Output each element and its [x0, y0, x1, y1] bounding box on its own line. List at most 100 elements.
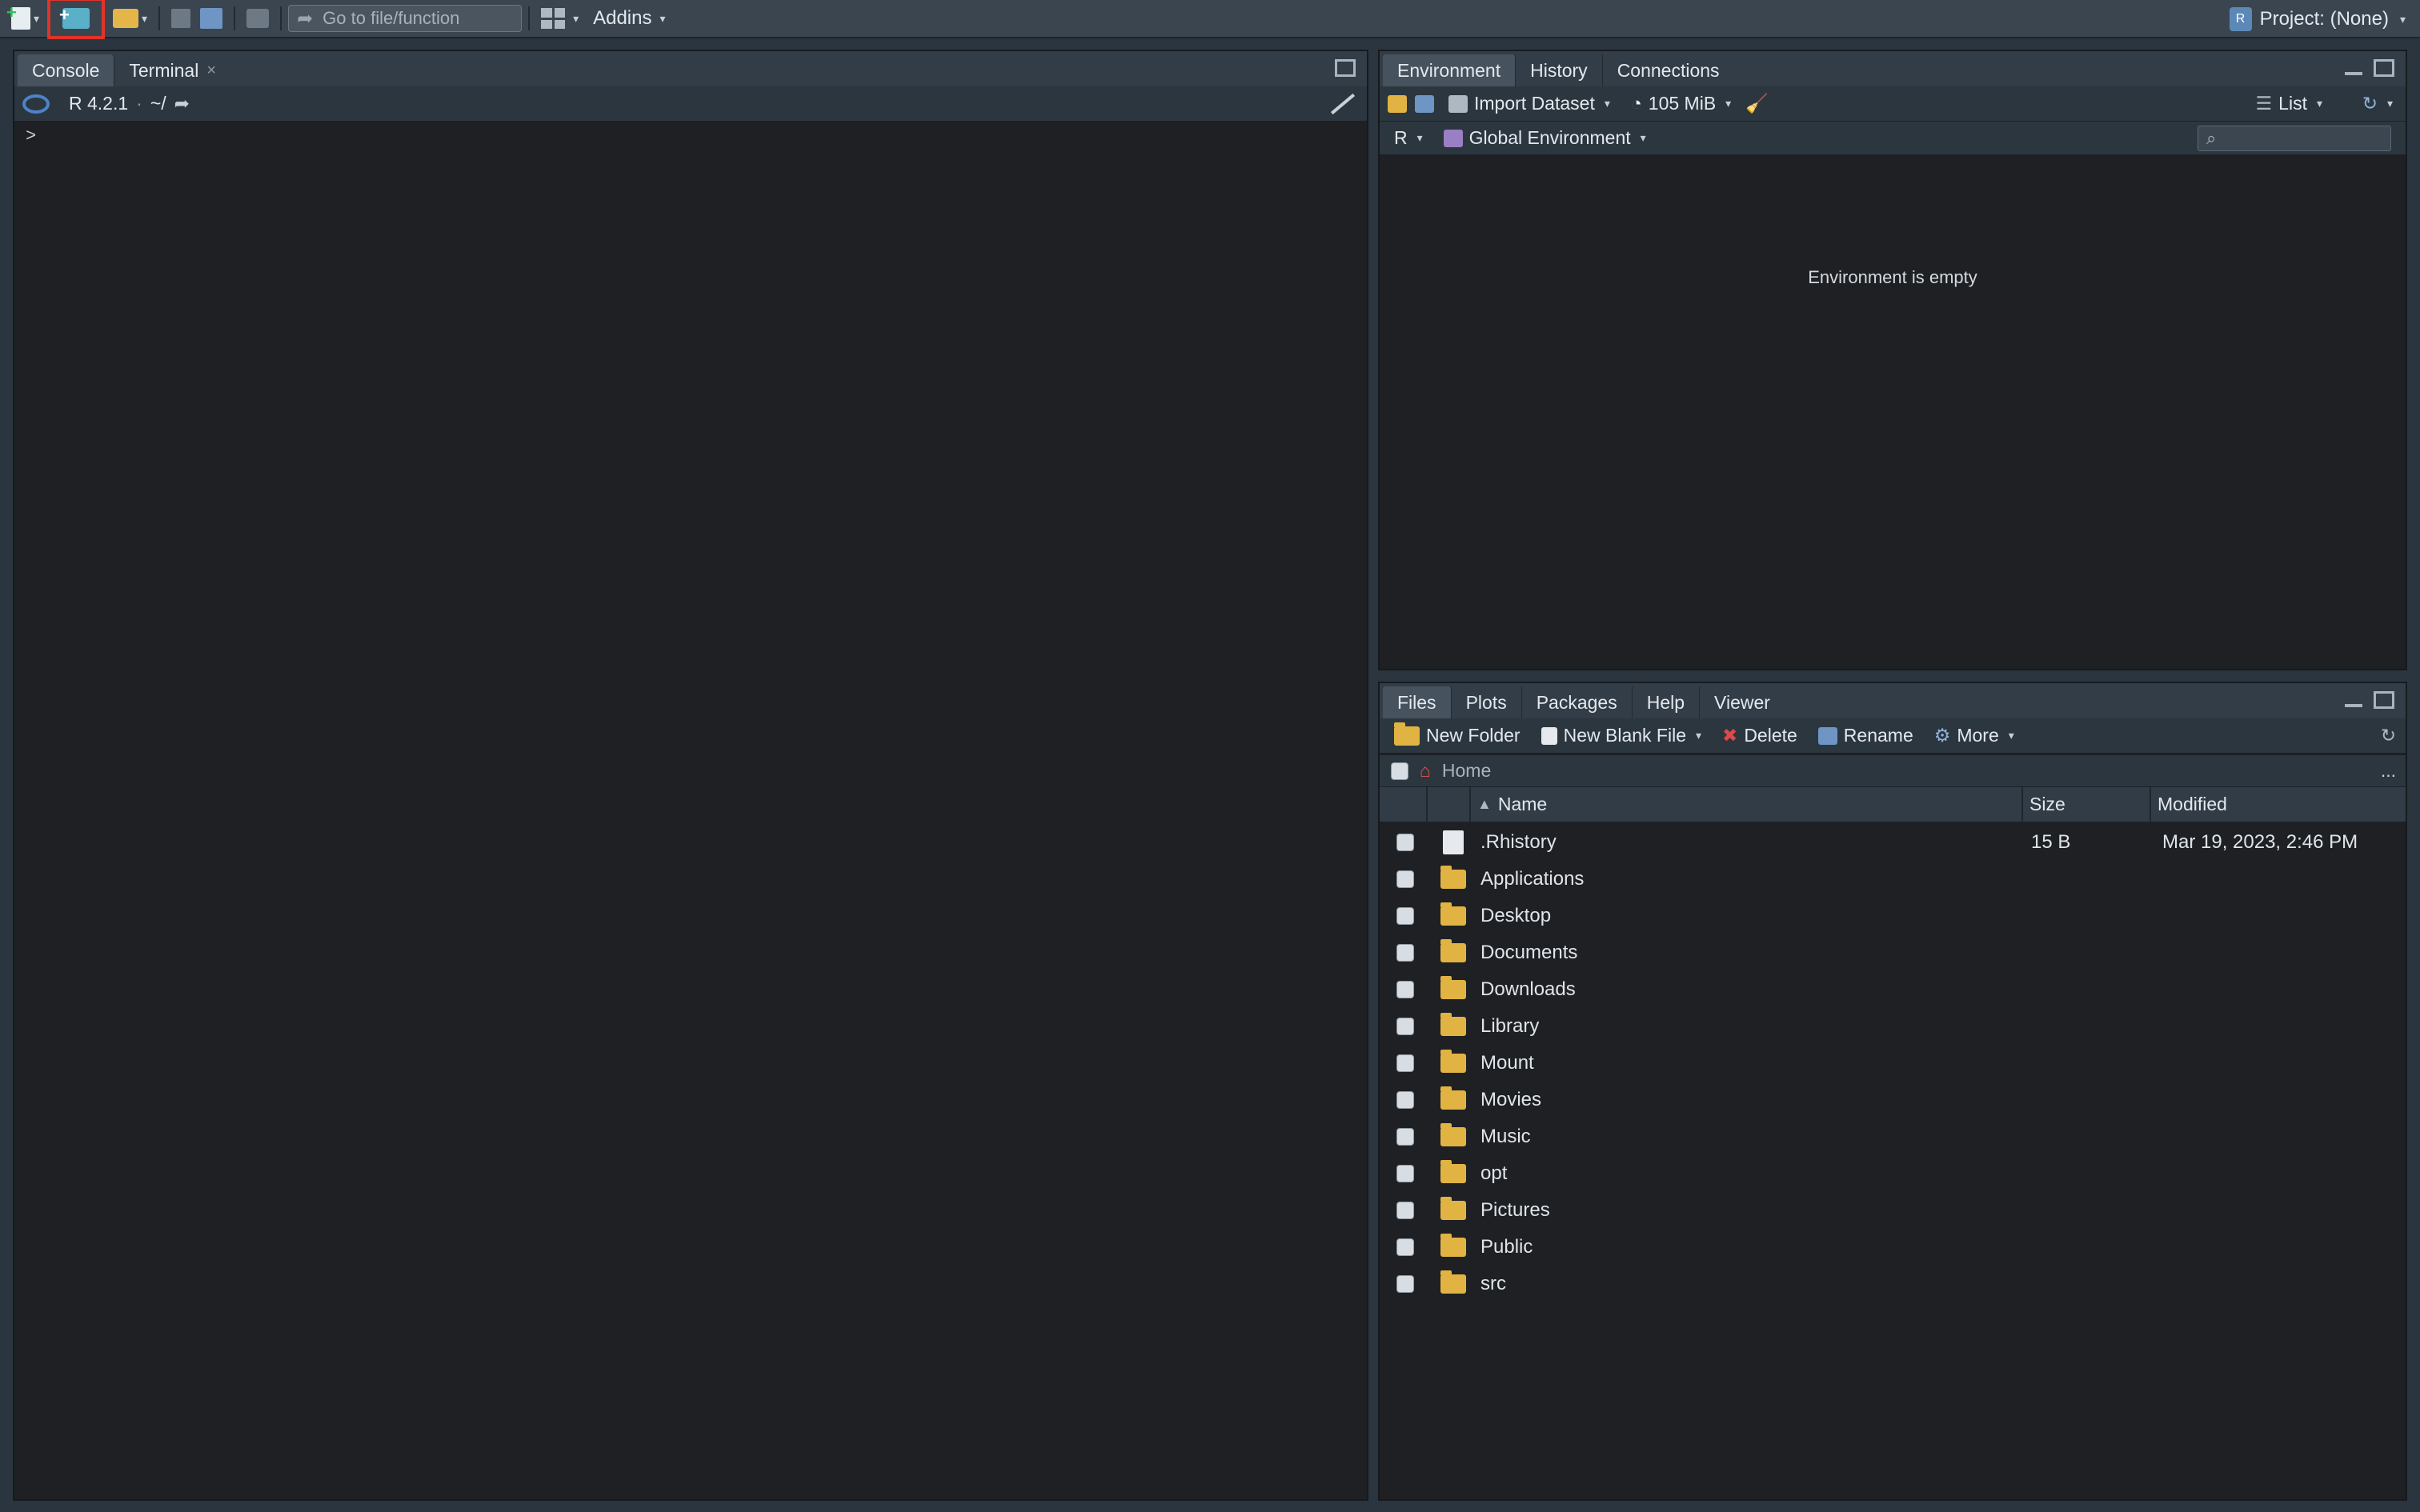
table-row[interactable]: Music: [1380, 1118, 2406, 1155]
chevron-down-icon: ▾: [1696, 729, 1702, 742]
view-mode-dropdown[interactable]: ☰ List ▾: [2250, 93, 2329, 114]
home-icon[interactable]: ⌂: [1420, 760, 1431, 782]
row-checkbox[interactable]: [1396, 907, 1414, 925]
tab-files[interactable]: Files: [1383, 686, 1452, 718]
tab-label: Connections: [1617, 59, 1720, 81]
row-checkbox[interactable]: [1396, 1054, 1414, 1072]
new-folder-button[interactable]: New Folder: [1388, 722, 1527, 746]
tab-connections[interactable]: Connections: [1603, 54, 1734, 86]
table-row[interactable]: .Rhistory 15 B Mar 19, 2023, 2:46 PM: [1380, 824, 2406, 861]
refresh-icon[interactable]: ↻: [2381, 725, 2396, 746]
tab-packages[interactable]: Packages: [1522, 686, 1633, 718]
select-all-checkbox[interactable]: [1391, 762, 1408, 780]
row-checkbox[interactable]: [1396, 1238, 1414, 1256]
file-name[interactable]: Music: [1476, 1126, 2025, 1148]
table-row[interactable]: opt: [1380, 1155, 2406, 1192]
maximize-pane-icon[interactable]: [2374, 59, 2394, 77]
tab-plots[interactable]: Plots: [1452, 686, 1522, 718]
new-file-button[interactable]: + ▾: [6, 2, 44, 34]
file-name[interactable]: src: [1476, 1273, 2025, 1295]
table-row[interactable]: Applications: [1380, 861, 2406, 898]
row-checkbox[interactable]: [1396, 1091, 1414, 1109]
language-dropdown[interactable]: R ▾: [1388, 127, 1429, 149]
save-workspace-icon[interactable]: [1415, 94, 1434, 113]
table-row[interactable]: Mount: [1380, 1045, 2406, 1082]
clear-console-icon[interactable]: [1330, 93, 1357, 115]
row-checkbox[interactable]: [1396, 1165, 1414, 1182]
file-name[interactable]: Desktop: [1476, 905, 2025, 927]
column-header-modified[interactable]: Modified: [2151, 787, 2227, 822]
minimize-pane-icon[interactable]: [2345, 704, 2362, 707]
clear-workspace-brush-icon[interactable]: 🧹: [1745, 93, 1769, 114]
file-name[interactable]: .Rhistory: [1476, 831, 2025, 854]
tab-viewer[interactable]: Viewer: [1700, 686, 1785, 718]
rename-button[interactable]: Rename: [1812, 725, 1920, 746]
save-all-button[interactable]: [195, 2, 227, 34]
breadcrumb-home[interactable]: Home: [1442, 760, 1491, 782]
open-file-button[interactable]: ▾: [108, 2, 152, 34]
close-icon[interactable]: ×: [206, 62, 216, 80]
addins-menu[interactable]: Addins ▾: [588, 2, 670, 34]
file-name[interactable]: Applications: [1476, 868, 2025, 890]
maximize-pane-icon[interactable]: [2374, 691, 2394, 709]
column-header-name[interactable]: ▲ Name: [1471, 786, 2023, 822]
row-checkbox-cell: [1380, 1054, 1431, 1072]
chevron-down-icon: ▾: [2386, 97, 2393, 110]
table-row[interactable]: Downloads: [1380, 971, 2406, 1008]
pane-layout-button[interactable]: ▾: [536, 2, 583, 34]
refresh-environment-button[interactable]: ↻ ▾: [2356, 93, 2399, 114]
environment-search-input[interactable]: ⌕: [2198, 125, 2391, 151]
file-name[interactable]: Documents: [1476, 942, 2025, 964]
import-dataset-button[interactable]: Import Dataset ▾: [1442, 93, 1617, 114]
more-menu-button[interactable]: ⚙ More ▾: [1928, 725, 2021, 746]
language-label: R: [1394, 127, 1408, 148]
file-name[interactable]: Mount: [1476, 1052, 2025, 1074]
browse-path-button[interactable]: ...: [2381, 760, 2396, 782]
table-row[interactable]: Library: [1380, 1008, 2406, 1045]
go-to-file-input[interactable]: ➦ Go to file/function: [288, 5, 523, 32]
file-name[interactable]: opt: [1476, 1162, 2025, 1185]
new-blank-file-button[interactable]: New Blank File ▾: [1535, 725, 1708, 746]
folder-icon: [1440, 902, 1466, 926]
new-project-button[interactable]: +: [47, 0, 106, 39]
scope-dropdown[interactable]: Global Environment ▾: [1437, 127, 1653, 149]
delete-button[interactable]: ✖ Delete: [1716, 725, 1804, 746]
row-checkbox[interactable]: [1396, 944, 1414, 962]
console-output[interactable]: >: [14, 122, 1367, 1499]
minimize-pane-icon[interactable]: [2345, 72, 2362, 75]
table-row[interactable]: Pictures: [1380, 1192, 2406, 1229]
tab-help[interactable]: Help: [1633, 686, 1701, 718]
restore-pane-icon[interactable]: [1335, 59, 1356, 77]
table-row[interactable]: Public: [1380, 1229, 2406, 1266]
file-name[interactable]: Movies: [1476, 1089, 2025, 1111]
row-checkbox[interactable]: [1396, 834, 1414, 851]
tab-environment[interactable]: Environment: [1383, 54, 1517, 86]
row-checkbox[interactable]: [1396, 1275, 1414, 1293]
row-checkbox[interactable]: [1396, 870, 1414, 888]
table-row[interactable]: Desktop: [1380, 898, 2406, 934]
print-button[interactable]: [242, 2, 274, 34]
table-row[interactable]: src: [1380, 1266, 2406, 1302]
view-mode-label: List: [2278, 93, 2307, 114]
tab-history[interactable]: History: [1516, 54, 1603, 86]
save-button[interactable]: [166, 2, 195, 34]
file-name[interactable]: Public: [1476, 1236, 2025, 1258]
file-name[interactable]: Pictures: [1476, 1199, 2025, 1222]
chevron-down-icon: ▾: [659, 11, 666, 25]
row-checkbox[interactable]: [1396, 981, 1414, 998]
tab-terminal[interactable]: Terminal ×: [114, 54, 230, 86]
tab-console[interactable]: Console: [18, 54, 115, 86]
row-checkbox[interactable]: [1396, 1202, 1414, 1219]
row-checkbox[interactable]: [1396, 1128, 1414, 1146]
load-workspace-icon[interactable]: [1388, 94, 1407, 113]
memory-usage-button[interactable]: ◔ 105 MiB ▾: [1625, 93, 1737, 114]
row-checkbox[interactable]: [1396, 1018, 1414, 1035]
file-name[interactable]: Downloads: [1476, 978, 2025, 1001]
table-row[interactable]: Documents: [1380, 934, 2406, 971]
file-name[interactable]: Library: [1476, 1015, 2025, 1038]
go-to-directory-icon[interactable]: ➦: [174, 93, 190, 114]
rename-label: Rename: [1843, 725, 1913, 746]
column-header-size[interactable]: Size: [2023, 786, 2151, 822]
table-row[interactable]: Movies: [1380, 1082, 2406, 1118]
project-menu[interactable]: R Project: (None) ▾: [2229, 0, 2406, 38]
